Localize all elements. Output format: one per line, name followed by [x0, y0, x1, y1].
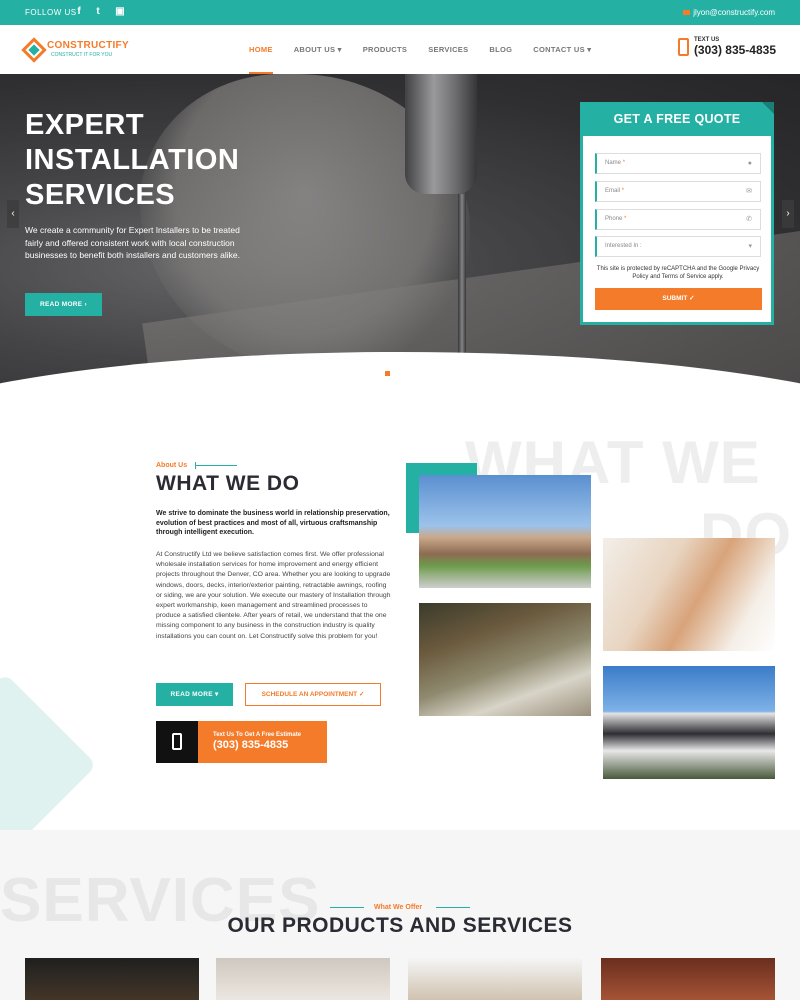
required-mark: * — [621, 188, 625, 194]
slider-next-arrow-icon[interactable]: › — [782, 200, 794, 228]
schedule-appointment-button[interactable]: SCHEDULE AN APPOINTMENT ✓ — [245, 683, 381, 706]
nav-item-contact-us[interactable]: CONTACT US ▾ — [533, 25, 591, 74]
slider-dot[interactable] — [401, 371, 406, 376]
facebook-icon[interactable]: f — [72, 5, 86, 19]
interest-placeholder: Interested In : — [605, 243, 642, 249]
cta-small-text: Text Us To Get A Free Estimate — [213, 732, 302, 738]
services-section: SERVICES What We Offer OUR PRODUCTS AND … — [0, 830, 800, 1000]
phone-placeholder: Phone — [605, 216, 623, 222]
hero-title-line: EXPERT — [25, 109, 145, 141]
email-text: jlyon@constructify.com — [693, 8, 775, 17]
service-card[interactable] — [216, 958, 390, 1000]
section-label-line — [195, 462, 237, 469]
slider-dots — [385, 371, 417, 376]
envelope-icon — [683, 10, 691, 16]
hero-title-line: SERVICES — [25, 179, 176, 211]
cta-phone-number: (303) 835-4835 — [213, 739, 289, 751]
email-link[interactable]: jlyon@constructify.com — [683, 8, 775, 17]
quote-corner — [762, 102, 774, 114]
nav-item-about-us[interactable]: ABOUT US ▾ — [294, 25, 342, 74]
section-label: What We Offer — [374, 904, 423, 911]
modern-home-photo — [603, 666, 775, 779]
blog-icon[interactable]: ▣ — [113, 5, 127, 19]
quote-form-body: Name * ● Email * ✉ Phone * ✆ Interested … — [583, 136, 771, 322]
text-estimate-cta[interactable]: Text Us To Get A Free Estimate (303) 835… — [156, 721, 327, 763]
about-intro: We strive to dominate the business world… — [156, 510, 390, 536]
main-navigation: CONSTRUCTIFY CONSTRUCT IT FOR YOU HOME A… — [0, 25, 800, 74]
section-heading: OUR PRODUCTS AND SERVICES — [227, 914, 573, 937]
mobile-phone-icon — [172, 733, 182, 750]
nav-item-home[interactable]: HOME — [249, 25, 273, 74]
about-body: At Constructify Ltd we believe satisfact… — [156, 551, 391, 640]
patio-photo — [419, 603, 591, 716]
nav-item-products[interactable]: PRODUCTS — [363, 25, 408, 74]
quote-title: GET A FREE QUOTE — [613, 112, 741, 126]
required-mark: * — [622, 160, 626, 166]
hero-lead: We create a community for Expert Install… — [25, 225, 240, 260]
header-phone[interactable]: TEXT US (303) 835-4835 — [677, 37, 776, 57]
service-card[interactable] — [601, 958, 775, 1000]
user-icon: ● — [747, 160, 752, 167]
top-bar: FOLLOW US f t ▣ jlyon@constructify.com — [0, 0, 800, 25]
email-field[interactable]: Email * ✉ — [595, 181, 761, 202]
house-photo — [419, 475, 591, 588]
envelope-icon: ✉ — [746, 188, 752, 195]
slider-dot[interactable] — [409, 371, 414, 376]
mobile-phone-icon — [677, 38, 689, 56]
cta-icon-block — [156, 721, 198, 763]
required-mark: * — [624, 216, 627, 222]
section-heading: WHAT WE DO — [156, 472, 300, 495]
read-more-button[interactable]: READ MORE ▾ — [156, 683, 233, 706]
phone-icon: ✆ — [746, 216, 752, 223]
follow-us-label: FOLLOW US — [25, 8, 77, 17]
chevron-down-icon: ▾ — [748, 243, 752, 250]
name-field[interactable]: Name * ● — [595, 153, 761, 174]
family-photo — [603, 538, 775, 651]
service-card[interactable] — [25, 958, 199, 1000]
nav-menu: HOME ABOUT US ▾ PRODUCTS SERVICES BLOG C… — [249, 25, 612, 74]
section-label: About Us — [156, 462, 188, 469]
interested-in-select[interactable]: Interested In : ▾ — [595, 236, 761, 257]
section-label-line — [330, 907, 364, 908]
submit-button[interactable]: SUBMIT ✓ — [595, 288, 762, 310]
phone-field[interactable]: Phone * ✆ — [595, 209, 761, 230]
service-card[interactable] — [408, 958, 582, 1000]
header-phone-number: (303) 835-4835 — [693, 43, 776, 57]
slider-prev-arrow-icon[interactable]: ‹ — [7, 200, 19, 228]
free-quote-form: GET A FREE QUOTE Name * ● Email * ✉ Phon… — [580, 102, 774, 325]
hero-title: EXPERT INSTALLATION SERVICES — [25, 108, 239, 213]
logo-name: CONSTRUCTIFY — [47, 40, 129, 51]
section-label-line — [436, 907, 470, 908]
logo[interactable]: CONSTRUCTIFY CONSTRUCT IT FOR YOU — [21, 37, 129, 63]
nav-item-services[interactable]: SERVICES — [428, 25, 468, 74]
email-placeholder: Email — [605, 188, 621, 194]
name-placeholder: Name — [605, 160, 622, 166]
twitter-icon[interactable]: t — [91, 5, 105, 19]
slider-dot[interactable] — [385, 371, 390, 376]
recaptcha-notice: This site is protected by reCAPTCHA and … — [596, 266, 760, 280]
hero-read-more-button[interactable]: READ MORE › — [25, 293, 102, 316]
slider-dot[interactable] — [393, 371, 398, 376]
nav-item-blog[interactable]: BLOG — [489, 25, 512, 74]
hero-title-line: INSTALLATION — [25, 144, 240, 176]
logo-tagline: CONSTRUCT IT FOR YOU — [51, 52, 113, 58]
